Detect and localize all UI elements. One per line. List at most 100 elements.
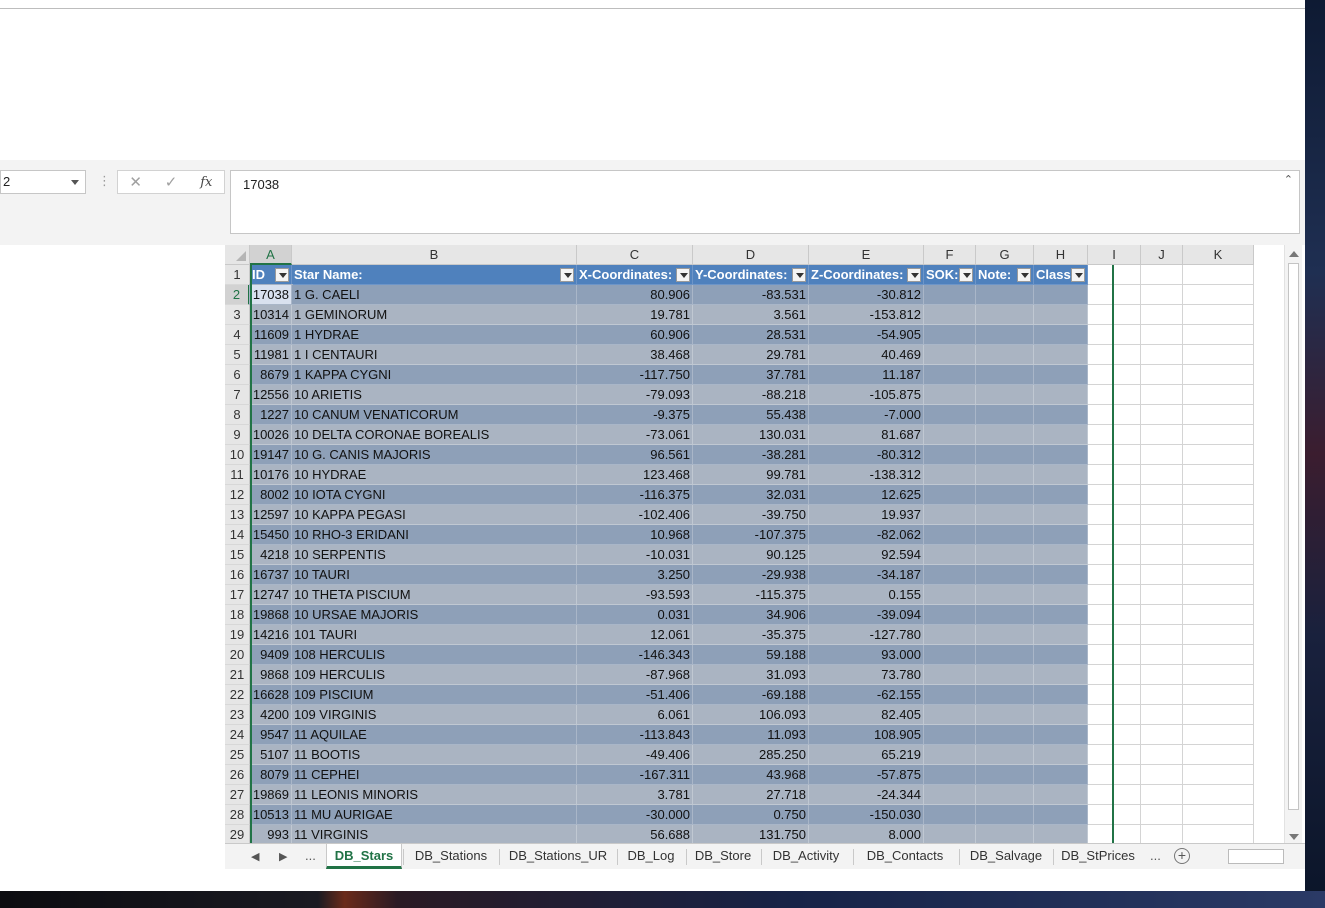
table-cell-y[interactable]: 11.093 <box>693 725 809 745</box>
table-cell-id[interactable]: 10513 <box>250 805 292 825</box>
table-cell-y[interactable]: -38.281 <box>693 445 809 465</box>
table-cell-y[interactable]: -69.188 <box>693 685 809 705</box>
table-header-cell[interactable]: ID <box>250 265 292 285</box>
table-cell-y[interactable]: 32.031 <box>693 485 809 505</box>
table-cell-z[interactable]: -138.312 <box>809 465 924 485</box>
table-cell-id[interactable]: 19869 <box>250 785 292 805</box>
empty-cell[interactable] <box>1141 625 1183 645</box>
row-header[interactable]: 29 <box>225 825 250 845</box>
table-cell-star-name[interactable]: 10 SERPENTIS <box>292 545 577 565</box>
column-header-f[interactable]: F <box>924 245 976 265</box>
table-cell-z[interactable]: -34.187 <box>809 565 924 585</box>
row-header[interactable]: 1 <box>225 265 250 285</box>
table-cell-id[interactable]: 12597 <box>250 505 292 525</box>
table-cell-y[interactable]: -35.375 <box>693 625 809 645</box>
table-cell-id[interactable]: 993 <box>250 825 292 845</box>
table-cell-note[interactable] <box>976 525 1034 545</box>
empty-cell[interactable] <box>1183 365 1254 385</box>
table-cell-z[interactable]: 73.780 <box>809 665 924 685</box>
table-cell-class[interactable] <box>1034 625 1088 645</box>
table-cell-x[interactable]: -167.311 <box>577 765 693 785</box>
table-cell-id[interactable]: 19147 <box>250 445 292 465</box>
table-header-cell[interactable]: Z-Coordinates: <box>809 265 924 285</box>
row-header[interactable]: 2 <box>225 285 250 305</box>
table-cell-id[interactable]: 1227 <box>250 405 292 425</box>
table-cell-class[interactable] <box>1034 425 1088 445</box>
table-cell-z[interactable]: 11.187 <box>809 365 924 385</box>
filter-dropdown-icon[interactable] <box>907 268 921 282</box>
select-all-corner[interactable] <box>225 245 250 265</box>
table-cell-class[interactable] <box>1034 545 1088 565</box>
table-header-cell[interactable]: X-Coordinates: <box>577 265 693 285</box>
table-cell-y[interactable]: 27.718 <box>693 785 809 805</box>
table-cell-class[interactable] <box>1034 285 1088 305</box>
row-header[interactable]: 8 <box>225 405 250 425</box>
name-box[interactable]: 2 <box>0 170 86 194</box>
empty-cell[interactable] <box>1183 565 1254 585</box>
table-cell-z[interactable]: -24.344 <box>809 785 924 805</box>
tab-scroll-left-icon[interactable]: ◀ <box>251 850 259 863</box>
sheet-tab-db-contacts[interactable]: DB_Contacts <box>856 844 954 869</box>
table-cell-id[interactable]: 16628 <box>250 685 292 705</box>
empty-cell[interactable] <box>1088 325 1141 345</box>
table-cell-x[interactable]: -102.406 <box>577 505 693 525</box>
table-cell-note[interactable] <box>976 605 1034 625</box>
table-cell-x[interactable]: 96.561 <box>577 445 693 465</box>
empty-cell[interactable] <box>1088 685 1141 705</box>
table-cell-z[interactable]: 81.687 <box>809 425 924 445</box>
table-cell-id[interactable]: 16737 <box>250 565 292 585</box>
empty-cell[interactable] <box>1141 345 1183 365</box>
table-cell-x[interactable]: 80.906 <box>577 285 693 305</box>
table-cell-z[interactable]: -39.094 <box>809 605 924 625</box>
empty-cell[interactable] <box>1088 545 1141 565</box>
column-header-b[interactable]: B <box>292 245 577 265</box>
sheet-tab-db-log[interactable]: DB_Log <box>620 844 682 869</box>
empty-cell[interactable] <box>1141 365 1183 385</box>
table-cell-y[interactable]: 37.781 <box>693 365 809 385</box>
empty-cell[interactable] <box>1183 665 1254 685</box>
column-header-d[interactable]: D <box>693 245 809 265</box>
empty-cell[interactable] <box>1088 485 1141 505</box>
table-cell-class[interactable] <box>1034 465 1088 485</box>
sheet-tab-db-stations-ur[interactable]: DB_Stations_UR <box>502 844 614 869</box>
empty-cell[interactable] <box>1141 785 1183 805</box>
table-cell-sok[interactable] <box>924 685 976 705</box>
table-cell-star-name[interactable]: 10 URSAE MAJORIS <box>292 605 577 625</box>
table-cell-sok[interactable] <box>924 605 976 625</box>
empty-cell[interactable] <box>1088 805 1141 825</box>
empty-cell[interactable] <box>1141 385 1183 405</box>
table-cell-sok[interactable] <box>924 505 976 525</box>
table-cell-y[interactable]: -88.218 <box>693 385 809 405</box>
table-header-cell[interactable]: Class <box>1034 265 1088 285</box>
empty-cell[interactable] <box>1183 545 1254 565</box>
table-cell-y[interactable]: 31.093 <box>693 665 809 685</box>
table-cell-z[interactable]: -80.312 <box>809 445 924 465</box>
table-cell-note[interactable] <box>976 825 1034 845</box>
table-cell-x[interactable]: -73.061 <box>577 425 693 445</box>
table-cell-z[interactable]: 19.937 <box>809 505 924 525</box>
table-cell-sok[interactable] <box>924 585 976 605</box>
empty-cell[interactable] <box>1088 365 1141 385</box>
table-cell-x[interactable]: -49.406 <box>577 745 693 765</box>
empty-cell[interactable] <box>1088 565 1141 585</box>
table-cell-star-name[interactable]: 108 HERCULIS <box>292 645 577 665</box>
table-cell-z[interactable]: 40.469 <box>809 345 924 365</box>
collapse-formula-bar-icon[interactable]: ⌃ <box>1284 173 1293 186</box>
table-cell-note[interactable] <box>976 645 1034 665</box>
filter-dropdown-icon[interactable] <box>792 268 806 282</box>
table-cell-x[interactable]: 19.781 <box>577 305 693 325</box>
table-cell-z[interactable]: 0.155 <box>809 585 924 605</box>
table-cell-y[interactable]: 43.968 <box>693 765 809 785</box>
table-cell-y[interactable]: -115.375 <box>693 585 809 605</box>
table-cell-class[interactable] <box>1034 705 1088 725</box>
column-header-g[interactable]: G <box>976 245 1034 265</box>
table-cell-star-name[interactable]: 10 HYDRAE <box>292 465 577 485</box>
column-header-c[interactable]: C <box>577 245 693 265</box>
row-header[interactable]: 5 <box>225 345 250 365</box>
table-cell-y[interactable]: 90.125 <box>693 545 809 565</box>
empty-cell[interactable] <box>1088 445 1141 465</box>
empty-cell[interactable] <box>1141 685 1183 705</box>
empty-cell[interactable] <box>1183 305 1254 325</box>
empty-cell[interactable] <box>1141 285 1183 305</box>
table-cell-star-name[interactable]: 109 VIRGINIS <box>292 705 577 725</box>
